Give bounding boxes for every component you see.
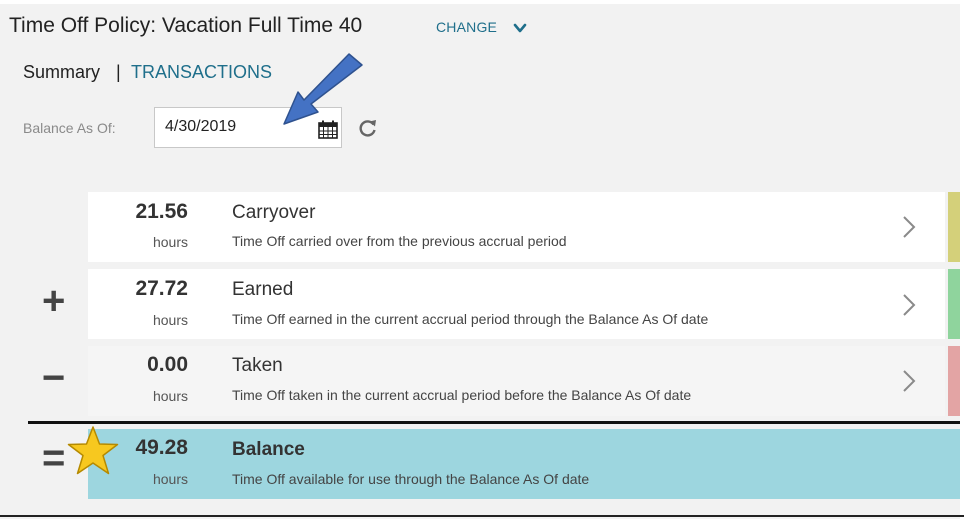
carryover-value: 21.56: [135, 200, 188, 223]
chevron-right-icon[interactable]: [902, 369, 916, 393]
tab-transactions[interactable]: TRANSACTIONS: [131, 62, 272, 83]
taken-name: Taken: [232, 355, 283, 376]
carryover-row[interactable]: 21.56 hours Carryover Time Off carried o…: [88, 192, 945, 262]
tab-divider: |: [116, 62, 121, 82]
plus-operator: +: [42, 279, 66, 323]
date-value: 4/30/2019: [165, 118, 237, 135]
carryover-name: Carryover: [232, 202, 316, 223]
earned-accent-bar: [948, 269, 960, 339]
chevron-right-icon[interactable]: [902, 215, 916, 239]
tab-summary[interactable]: Summary: [23, 62, 100, 83]
chevron-down-icon[interactable]: [512, 21, 528, 35]
policy-title: Time Off Policy: Vacation Full Time 40: [9, 14, 363, 37]
carryover-unit: hours: [152, 234, 188, 250]
equals-operator: =: [42, 436, 66, 480]
taken-unit: hours: [152, 388, 188, 404]
taken-row[interactable]: 0.00 hours Taken Time Off taken in the c…: [88, 346, 945, 416]
bottom-border: [0, 515, 964, 517]
top-border: [0, 0, 964, 4]
earned-row[interactable]: 27.72 hours Earned Time Off earned in th…: [88, 269, 945, 339]
right-border: [960, 0, 964, 519]
earned-value: 27.72: [135, 277, 188, 300]
carryover-description: Time Off carried over from the previous …: [232, 233, 567, 249]
star-icon: [67, 426, 119, 475]
carryover-accent-bar: [948, 192, 960, 262]
earned-name: Earned: [232, 279, 294, 300]
change-policy-link[interactable]: CHANGE: [436, 19, 497, 35]
taken-value: 0.00: [147, 353, 188, 376]
earned-description: Time Off earned in the current accrual p…: [232, 311, 709, 327]
balance-as-of-label: Balance As Of:: [23, 120, 116, 136]
chevron-right-icon[interactable]: [902, 293, 916, 317]
blue-arrow-icon: [283, 53, 363, 125]
taken-accent-bar: [948, 346, 960, 416]
sum-divider: [28, 421, 960, 424]
balance-name: Balance: [232, 439, 305, 460]
balance-description: Time Off available for use through the B…: [232, 471, 590, 487]
balance-row: 49.28 hours Balance Time Off available f…: [88, 429, 960, 499]
minus-operator: −: [42, 356, 66, 400]
taken-description: Time Off taken in the current accrual pe…: [232, 387, 692, 403]
earned-unit: hours: [152, 312, 188, 328]
